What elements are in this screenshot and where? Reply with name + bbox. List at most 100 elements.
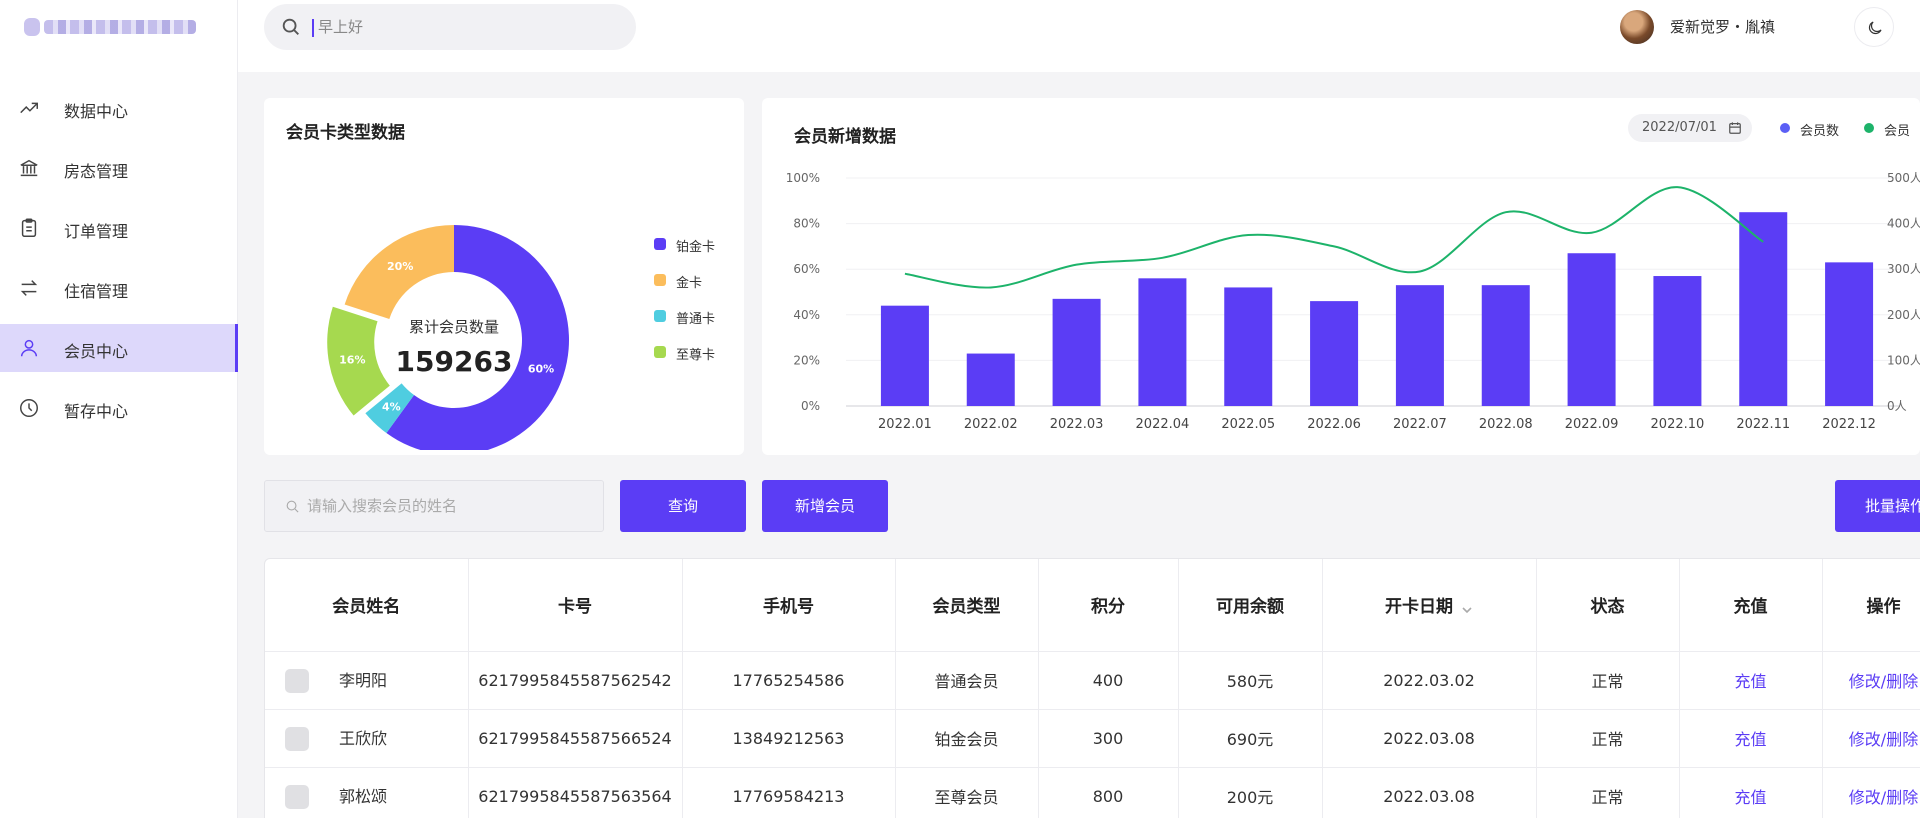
legend-label: 至尊卡 <box>676 348 716 363</box>
x-tick-label: 2022.02 <box>964 417 1018 432</box>
edit-delete-link[interactable]: 修改/删除 <box>1822 651 1920 710</box>
text-caret <box>312 19 314 37</box>
legend-swatch <box>654 238 666 250</box>
trend-icon <box>18 97 40 119</box>
sidebar-item-label: 住宿管理 <box>64 282 129 301</box>
table-row[interactable]: 郭松颂 6217995845587563564 17769584213 至尊会员 800… <box>265 767 1920 818</box>
search-icon <box>280 16 302 38</box>
chart-line <box>904 186 1764 289</box>
search-icon <box>286 500 299 513</box>
x-tick-label: 2022.05 <box>1221 417 1275 432</box>
sidebar-item-orders[interactable]: 订单管理 <box>0 204 238 252</box>
y-right-tick-label: 0人 <box>1887 399 1907 413</box>
legend-label: 金卡 <box>676 276 703 291</box>
y-right-tick-label: 200人 <box>1887 308 1920 322</box>
chart-bar <box>1224 287 1273 406</box>
y-right-tick-label: 500人 <box>1887 171 1920 185</box>
chart-bar <box>1052 298 1101 406</box>
x-tick-label: 2022.10 <box>1651 417 1705 432</box>
x-tick-label: 2022.01 <box>878 417 932 432</box>
column-header-name: 会员姓名 <box>265 559 469 652</box>
cell-status: 正常 <box>1536 651 1680 710</box>
legend-swatch <box>654 274 666 286</box>
edit-delete-link[interactable]: 修改/删除 <box>1822 767 1920 818</box>
member-table: 会员姓名 卡号 手机号 会员类型 积分 可用余额 开卡日期 状态 充值 操作 李… <box>264 558 1920 818</box>
member-search[interactable] <box>264 480 604 532</box>
sidebar: 数据中心 房态管理 订单管理 住宿管理 会员中心 暂存中心 <box>0 0 238 818</box>
legend-label: 普通卡 <box>676 312 716 327</box>
sidebar-item-lodging[interactable]: 住宿管理 <box>0 264 238 312</box>
table-row[interactable]: 王欣欣 6217995845587566524 13849212563 铂金会员 300… <box>265 709 1920 768</box>
cell-status: 正常 <box>1536 767 1680 818</box>
chart-bar <box>1395 285 1444 406</box>
cell-points: 800 <box>1038 767 1179 818</box>
recharge-link[interactable]: 充值 <box>1679 709 1823 768</box>
x-tick-label: 2022.06 <box>1307 417 1361 432</box>
column-header-open-date[interactable]: 开卡日期 <box>1322 559 1537 652</box>
cell-phone: 17765254586 <box>682 651 896 710</box>
column-header-label: 开卡日期 <box>1385 597 1453 618</box>
sidebar-item-room-status[interactable]: 房态管理 <box>0 144 238 192</box>
cell-name: 郭松颂 <box>265 767 469 818</box>
legend-swatch <box>654 346 666 358</box>
logo[interactable] <box>24 16 204 38</box>
global-search[interactable] <box>264 4 636 50</box>
member-growth-panel: 会员新增数据 2022/07/01 会员数 会员 0% 20% 40% 60% 80% 1… <box>762 98 1920 455</box>
row-checkbox[interactable] <box>285 669 309 694</box>
sidebar-item-member-center[interactable]: 会员中心 <box>0 324 238 372</box>
y-left-tick-label: 20% <box>793 353 820 367</box>
y-left-tick-label: 80% <box>793 217 820 231</box>
cell-name: 王欣欣 <box>265 709 469 768</box>
member-search-input[interactable] <box>307 493 587 519</box>
x-tick-label: 2022.12 <box>1822 417 1876 432</box>
y-right-tick-label: 300人 <box>1887 262 1920 276</box>
sidebar-item-data-center[interactable]: 数据中心 <box>0 84 238 132</box>
theme-toggle-button[interactable] <box>1854 7 1894 47</box>
member-card-type-panel: 会员卡类型数据 60% 4% 16% 20% 累计会员数量 159263 铂金卡 金卡… <box>264 98 744 455</box>
x-tick-label: 2022.11 <box>1736 417 1790 432</box>
donut-center-label: 累计会员数量 <box>409 318 499 336</box>
table-header-row: 会员姓名 卡号 手机号 会员类型 积分 可用余额 开卡日期 状态 充值 操作 <box>265 559 1920 652</box>
add-member-button[interactable]: 新增会员 <box>762 480 888 532</box>
sidebar-item-label: 订单管理 <box>64 222 129 241</box>
cell-open-date: 2022.03.02 <box>1322 651 1537 710</box>
sidebar-item-label: 暂存中心 <box>64 402 129 421</box>
column-header-points: 积分 <box>1038 559 1179 652</box>
column-header-type: 会员类型 <box>895 559 1039 652</box>
donut-slice-label: 60% <box>528 362 554 375</box>
query-button[interactable]: 查询 <box>620 480 746 532</box>
row-checkbox[interactable] <box>285 727 309 752</box>
global-search-input[interactable] <box>318 12 618 42</box>
column-header-status: 状态 <box>1536 559 1680 652</box>
column-header-actions: 操作 <box>1822 559 1920 652</box>
donut-slice-label: 4% <box>382 401 401 414</box>
recharge-link[interactable]: 充值 <box>1679 651 1823 710</box>
panel-title: 会员卡类型数据 <box>286 123 405 143</box>
cell-points: 300 <box>1038 709 1179 768</box>
user-icon <box>18 337 40 359</box>
donut-chart: 60% 4% 16% 20% 累计会员数量 159263 <box>327 225 569 450</box>
y-right-tick-label: 100人 <box>1887 353 1920 367</box>
recharge-link[interactable]: 充值 <box>1679 767 1823 818</box>
legend-label: 铂金卡 <box>676 240 716 255</box>
username[interactable]: 爱新觉罗・胤禛 <box>1670 16 1775 37</box>
clipboard-icon <box>18 217 40 239</box>
y-left-tick-label: 40% <box>793 308 820 322</box>
table-row[interactable]: 李明阳 6217995845587562542 17765254586 普通会员 400… <box>265 651 1920 710</box>
column-header-card: 卡号 <box>468 559 683 652</box>
chevron-down-icon[interactable] <box>1461 601 1473 614</box>
cell-card-number: 6217995845587566524 <box>468 709 683 768</box>
cell-open-date: 2022.03.08 <box>1322 709 1537 768</box>
row-checkbox[interactable] <box>285 785 309 810</box>
cell-member-type: 至尊会员 <box>895 767 1039 818</box>
chart-bar <box>1653 276 1702 406</box>
avatar[interactable] <box>1620 10 1654 44</box>
batch-action-button[interactable]: 批量操作 <box>1835 480 1920 532</box>
sidebar-item-storage[interactable]: 暂存中心 <box>0 384 238 432</box>
column-header-balance: 可用余额 <box>1178 559 1323 652</box>
edit-delete-link[interactable]: 修改/删除 <box>1822 709 1920 768</box>
cell-open-date: 2022.03.08 <box>1322 767 1537 818</box>
x-tick-label: 2022.04 <box>1136 417 1190 432</box>
legend-swatch <box>654 310 666 322</box>
chart-bar <box>1481 285 1530 406</box>
